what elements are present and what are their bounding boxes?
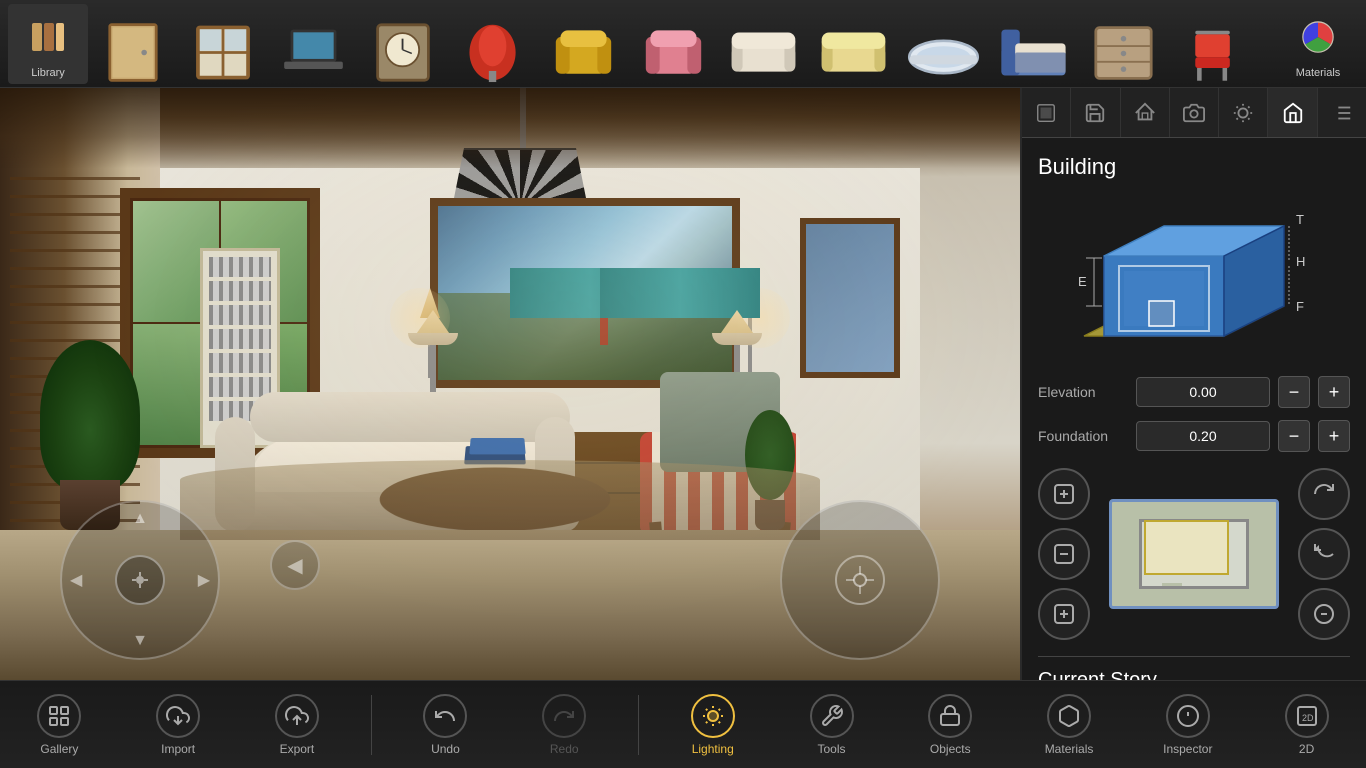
export-icon [275,694,319,738]
rotate-ccw-button[interactable] [1298,528,1350,580]
section-divider [1038,656,1350,657]
elevation-row: Elevation 0.00 − + [1038,376,1350,408]
bottom-export-button[interactable]: Export [252,685,342,765]
svg-text:E: E [1078,274,1087,289]
library-icon [20,9,76,65]
library-button[interactable]: Library [8,4,88,84]
nav-move-button[interactable]: ◀ [270,540,320,590]
bottom-tools-button[interactable]: Tools [787,685,877,765]
elevation-minus-button[interactable]: − [1278,376,1310,408]
toolbar-divider-1 [371,695,372,755]
panel-tool-save[interactable] [1071,88,1120,137]
panel-toolbar [1022,88,1366,138]
furniture-chair-metal[interactable] [1168,0,1258,88]
nav-left-arrow: ◀ [70,570,82,590]
foundation-minus-button[interactable]: − [1278,420,1310,452]
panel-tool-list[interactable] [1318,88,1366,137]
building-diagram: T H E F [1038,196,1350,356]
furniture-bathtub[interactable] [898,0,988,88]
redo-icon [542,694,586,738]
foundation-row: Foundation 0.20 − + [1038,420,1350,452]
lighting-icon [691,694,735,738]
elevation-value[interactable]: 0.00 [1136,377,1270,407]
bottom-lighting-button[interactable]: Lighting [668,685,758,765]
import-icon [156,694,200,738]
furniture-bed[interactable] [988,0,1078,88]
furniture-chair-red[interactable] [448,0,538,88]
bottom-toolbar: Gallery Import Export [0,680,1366,768]
panel-tool-camera[interactable] [1170,88,1219,137]
bottom-2d-button[interactable]: 2D 2D [1262,685,1352,765]
top-toolbar: Library [0,0,1366,88]
bottom-gallery-button[interactable]: Gallery [14,685,104,765]
nav-up-arrow: ▲ [132,510,148,528]
building-section-title: Building [1038,154,1350,180]
add-object-button[interactable] [1038,468,1090,520]
panel-tool-paint[interactable] [1121,88,1170,137]
panel-tool-select[interactable] [1022,88,1071,137]
foundation-plus-button[interactable]: + [1318,420,1350,452]
furniture-armchair-pink[interactable] [628,0,718,88]
elevation-plus-button[interactable]: + [1318,376,1350,408]
nav-center-button[interactable] [115,555,165,605]
right-panel: Building [1020,88,1366,680]
bottom-objects-button[interactable]: Objects [905,685,995,765]
objects-icon [928,694,972,738]
tools-icon [810,694,854,738]
bottom-import-button[interactable]: Import [133,685,223,765]
bottom-inspector-button[interactable]: Inspector [1143,685,1233,765]
nav-joystick-left[interactable]: ▲ ▼ ◀ ▶ [60,500,220,660]
furniture-sofa-white[interactable] [718,0,808,88]
current-story-title: Current Story [1038,669,1350,680]
furniture-sofa-yellow[interactable] [808,0,898,88]
furniture-dresser[interactable] [1078,0,1168,88]
gallery-icon [37,694,81,738]
bottom-undo-button[interactable]: Undo [400,685,490,765]
bottom-redo-button[interactable]: Redo [519,685,609,765]
materials-bottom-icon [1047,694,1091,738]
nav-joystick-right[interactable] [780,500,940,660]
object-add-button[interactable] [1038,588,1090,640]
furniture-clock[interactable] [358,0,448,88]
svg-text:2D: 2D [1302,713,1314,723]
furniture-door[interactable] [88,0,178,88]
panel-content: Building [1022,138,1366,680]
foundation-value[interactable]: 0.20 [1136,421,1270,451]
delete-button[interactable] [1298,588,1350,640]
furniture-laptop[interactable] [268,0,358,88]
undo-icon [423,694,467,738]
svg-text:F: F [1296,299,1304,314]
panel-tool-home[interactable] [1268,88,1317,137]
elevation-label: Elevation [1038,384,1128,400]
object-level-button[interactable] [1038,528,1090,580]
materials-icon [1290,9,1346,65]
furniture-strip [88,0,1278,88]
materials-button[interactable]: Materials [1278,4,1358,84]
nav-right-arrow: ▶ [198,570,210,590]
toolbar-divider-2 [638,695,639,755]
furniture-window[interactable] [178,0,268,88]
inspector-icon [1166,694,1210,738]
svg-text:T: T [1296,212,1304,227]
bottom-materials-button[interactable]: Materials [1024,685,1114,765]
furniture-armchair-yellow[interactable] [538,0,628,88]
main-3d-view[interactable]: ▲ ▼ ◀ ▶ ◀ [0,88,1020,680]
rotate-cw-button[interactable] [1298,468,1350,520]
nav-down-arrow: ▼ [132,632,148,650]
2d-icon: 2D [1285,694,1329,738]
panel-tool-lighting[interactable] [1219,88,1268,137]
foundation-label: Foundation [1038,428,1128,444]
svg-text:H: H [1296,254,1305,269]
